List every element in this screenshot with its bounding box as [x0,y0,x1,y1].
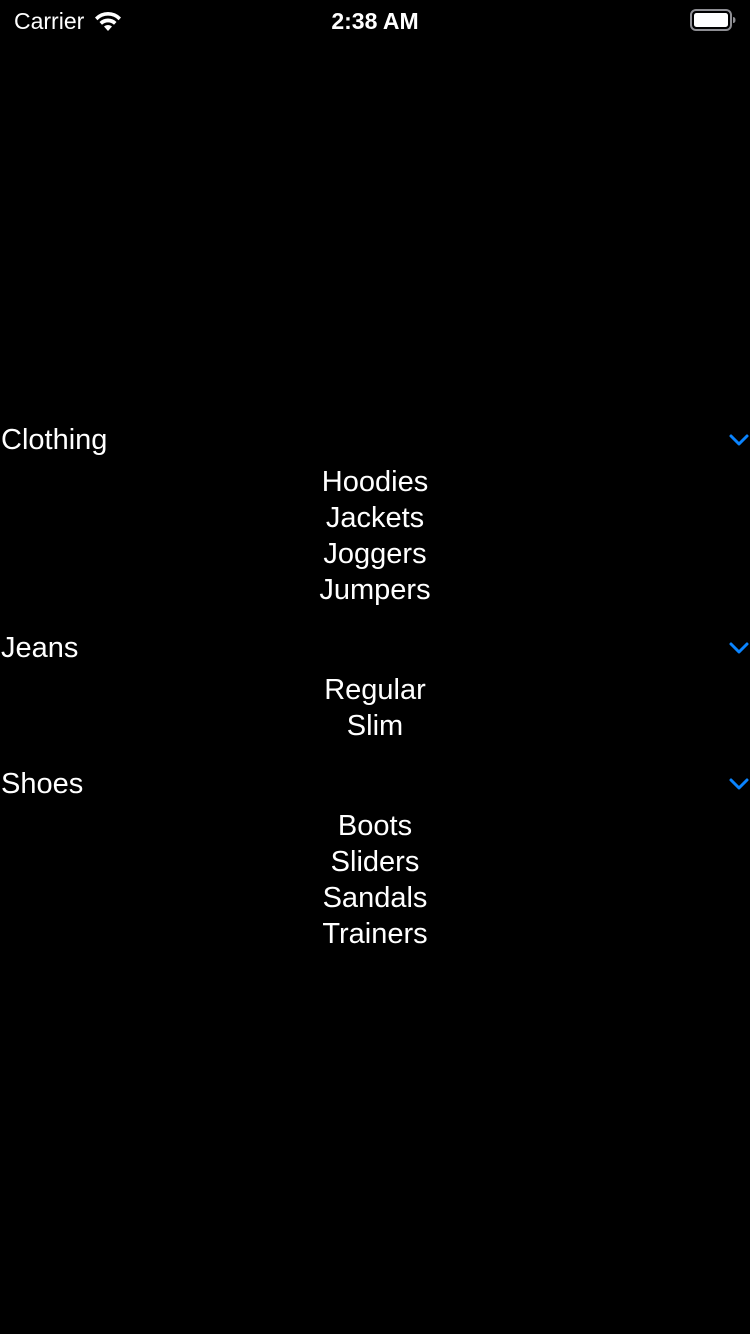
list-item-jackets[interactable]: Jackets [0,500,750,536]
section-header-jeans[interactable]: Jeans [0,628,750,668]
list-item-boots[interactable]: Boots [0,808,750,844]
status-time: 2:38 AM [331,8,419,34]
list-item-sandals[interactable]: Sandals [0,880,750,916]
list-item-trainers[interactable]: Trainers [0,916,750,952]
status-bar: Carrier 2:38 AM [0,0,750,40]
section-title: Shoes [1,768,84,800]
list-item-hoodies[interactable]: Hoodies [0,464,750,500]
list-item-sliders[interactable]: Sliders [0,844,750,880]
section-items-shoes: Boots Sliders Sandals Trainers [0,804,750,952]
chevron-down-icon[interactable] [728,432,750,450]
section-items-clothing: Hoodies Jackets Joggers Jumpers [0,460,750,608]
list-item-joggers[interactable]: Joggers [0,536,750,572]
chevron-down-icon[interactable] [728,640,750,658]
section-title: Jeans [1,632,79,664]
section-header-shoes[interactable]: Shoes [0,764,750,804]
section-jeans: Jeans Regular Slim [0,628,750,744]
battery-full-icon [690,9,736,31]
list-item-jumpers[interactable]: Jumpers [0,572,750,608]
section-title: Clothing [1,424,108,456]
chevron-down-icon[interactable] [728,776,750,794]
section-clothing: Clothing Hoodies Jackets Joggers Jumpers [0,420,750,608]
list-item-slim[interactable]: Slim [0,708,750,744]
section-items-jeans: Regular Slim [0,668,750,744]
list-item-regular[interactable]: Regular [0,672,750,708]
section-shoes: Shoes Boots Sliders Sandals Trainers [0,764,750,952]
category-list: Clothing Hoodies Jackets Joggers Jumpers… [0,420,750,952]
section-header-clothing[interactable]: Clothing [0,420,750,460]
